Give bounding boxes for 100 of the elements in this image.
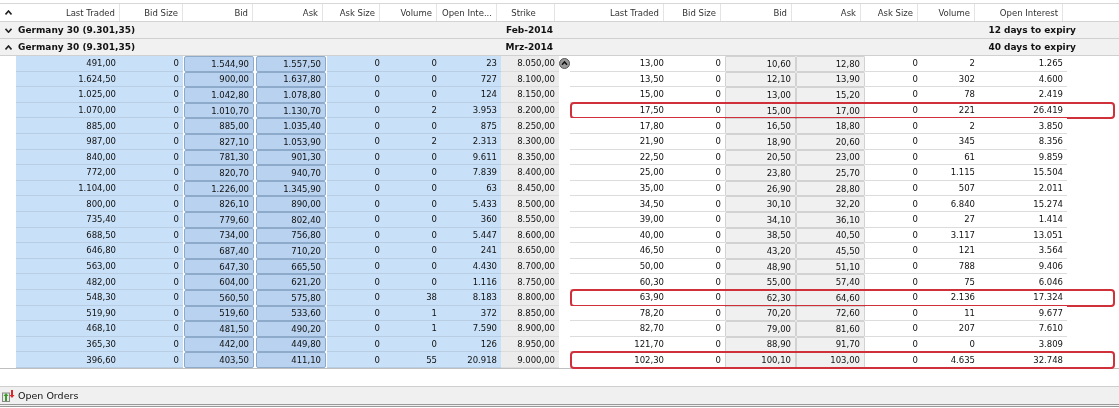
- table-cell: 1.115: [922, 165, 979, 181]
- ask-price-button[interactable]: 621,20: [256, 274, 326, 290]
- bid-price-button[interactable]: 1.544,90: [184, 56, 254, 72]
- column-header[interactable]: Bid: [721, 4, 792, 21]
- ask-price-button[interactable]: 710,20: [256, 243, 326, 259]
- table-cell: 885,00: [16, 118, 120, 134]
- ask-price-button[interactable]: 81,60: [796, 321, 865, 337]
- column-header[interactable]: Ask Size: [861, 4, 918, 21]
- column-header[interactable]: Ask: [792, 4, 861, 21]
- ask-price-button[interactable]: 1.078,80: [256, 87, 326, 103]
- table-cell: 491,00: [16, 56, 120, 72]
- bid-price-button[interactable]: 13,00: [725, 87, 796, 103]
- table-cell: 482,00: [16, 274, 120, 290]
- table-cell: 207: [922, 321, 979, 337]
- column-header[interactable]: Open Interest: [975, 4, 1063, 21]
- table-cell: 0: [865, 165, 922, 181]
- table-cell: 1.265: [979, 56, 1067, 72]
- table-cell: 0: [865, 118, 922, 134]
- strike-cell: 9.000,00: [501, 352, 559, 368]
- table-cell: 0: [668, 165, 725, 181]
- strike-cell: 8.050,00: [501, 56, 559, 72]
- open-orders-tab[interactable]: Open Orders: [0, 389, 79, 402]
- column-header[interactable]: Bid Size: [664, 4, 721, 21]
- table-cell: 0: [384, 56, 441, 72]
- bid-price-button[interactable]: 43,20: [725, 243, 796, 259]
- table-cell: 0: [120, 196, 183, 212]
- column-header[interactable]: Last Traded: [16, 4, 120, 21]
- ask-price-button[interactable]: 490,20: [256, 321, 326, 337]
- bid-price-button[interactable]: 820,70: [184, 165, 254, 181]
- column-header[interactable]: Ask Size: [323, 4, 380, 21]
- column-header[interactable]: Open Inte...: [437, 4, 497, 21]
- ask-price-button[interactable]: 15,20: [796, 87, 865, 103]
- bid-price-button[interactable]: 885,00: [184, 118, 254, 134]
- ask-price-button[interactable]: 32,20: [796, 196, 865, 212]
- sort-caret-icon[interactable]: [4, 10, 12, 15]
- strike-cell: 8.900,00: [501, 321, 559, 337]
- table-cell: 20.918: [441, 352, 501, 368]
- collapse-icon[interactable]: [4, 44, 12, 50]
- ask-price-button[interactable]: 411,10: [256, 352, 326, 368]
- column-header[interactable]: Volume: [380, 4, 437, 21]
- ask-price-button[interactable]: 1.557,50: [256, 56, 326, 72]
- strike-cell: 8.500,00: [501, 196, 559, 212]
- bid-price-button[interactable]: 10,60: [725, 56, 796, 72]
- bid-price-button[interactable]: 1.042,80: [184, 87, 254, 103]
- table-cell: 0: [327, 274, 384, 290]
- table-cell: 7.590: [441, 321, 501, 337]
- table-cell: 82,70: [570, 321, 668, 337]
- table-cell: 25,00: [570, 165, 668, 181]
- ask-price-button[interactable]: 890,00: [256, 196, 326, 212]
- group-title: Germany 30 (9.301,35): [17, 42, 137, 52]
- ask-price-button[interactable]: 1.035,40: [256, 118, 326, 134]
- bid-price-button[interactable]: 16,50: [725, 118, 796, 134]
- ask-price-button[interactable]: 57,40: [796, 274, 865, 290]
- table-cell: 0: [327, 56, 384, 72]
- days-to-expiry: 40 days to expiry: [987, 42, 1076, 52]
- column-header[interactable]: Strike: [497, 4, 555, 21]
- table-cell: 0: [384, 87, 441, 103]
- table-cell: 0: [327, 321, 384, 337]
- bid-price-button[interactable]: 79,00: [725, 321, 796, 337]
- table-cell: 468,10: [16, 321, 120, 337]
- column-header[interactable]: Ask: [253, 4, 323, 21]
- table-cell: 3.564: [979, 243, 1067, 259]
- column-header[interactable]: Bid: [183, 4, 253, 21]
- table-cell: 0: [668, 56, 725, 72]
- bid-price-button[interactable]: 826,10: [184, 196, 254, 212]
- ask-price-button[interactable]: 18,80: [796, 118, 865, 134]
- table-cell: 0: [120, 56, 183, 72]
- days-to-expiry: 12 days to expiry: [987, 25, 1076, 35]
- bid-price-button[interactable]: 687,40: [184, 243, 254, 259]
- bid-price-button[interactable]: 481,50: [184, 321, 254, 337]
- column-header[interactable]: Bid Size: [120, 4, 183, 21]
- group-title: Germany 30 (9.301,35): [17, 25, 137, 35]
- bid-price-button[interactable]: 23,80: [725, 165, 796, 181]
- table-cell: 5.433: [441, 196, 501, 212]
- ask-price-button[interactable]: 12,80: [796, 56, 865, 72]
- table-cell: 800,00: [16, 196, 120, 212]
- strike-cell: 8.250,00: [501, 118, 559, 134]
- expiry-month: Mrz-2014: [504, 42, 553, 52]
- ask-price-button[interactable]: 45,50: [796, 243, 865, 259]
- table-cell: 0: [327, 87, 384, 103]
- strike-cell: 8.750,00: [501, 274, 559, 290]
- expand-icon[interactable]: [4, 27, 12, 33]
- bid-price-button[interactable]: 55,00: [725, 274, 796, 290]
- column-header[interactable]: Volume: [918, 4, 975, 21]
- table-cell: 0: [384, 243, 441, 259]
- bid-price-button[interactable]: 30,10: [725, 196, 796, 212]
- expiry-month: Feb-2014: [504, 25, 553, 35]
- bid-price-button[interactable]: 403,50: [184, 352, 254, 368]
- table-cell: 121: [922, 243, 979, 259]
- ask-price-button[interactable]: 940,70: [256, 165, 326, 181]
- table-cell: 241: [441, 243, 501, 259]
- strike-cell: 8.150,00: [501, 87, 559, 103]
- table-cell: 0: [865, 243, 922, 259]
- column-header[interactable]: Last Traded: [566, 4, 664, 21]
- bid-price-button[interactable]: 604,00: [184, 274, 254, 290]
- table-cell: 1: [384, 321, 441, 337]
- table-cell: 0: [327, 352, 384, 368]
- ask-price-button[interactable]: 25,70: [796, 165, 865, 181]
- scroll-up-icon[interactable]: [559, 58, 570, 70]
- table-cell: 15.504: [979, 165, 1067, 181]
